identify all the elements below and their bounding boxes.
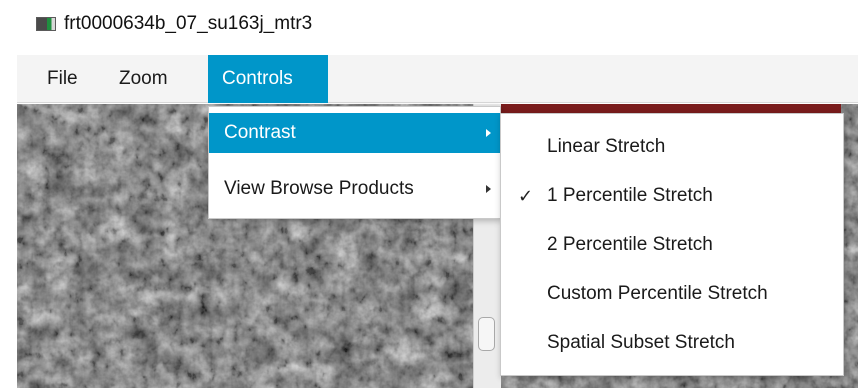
controls-menu: Contrast View Browse Products [208, 106, 501, 219]
menu-item-2-percentile-stretch[interactable]: 2 Percentile Stretch [501, 221, 843, 269]
menu-item-spatial-subset-stretch[interactable]: Spatial Subset Stretch [501, 319, 843, 367]
menu-file[interactable]: File [33, 55, 92, 103]
check-icon: ✓ [518, 186, 534, 206]
image-window-icon [36, 17, 56, 31]
menu-item-1-percentile-stretch[interactable]: ✓ 1 Percentile Stretch [501, 172, 843, 220]
window-title: frt0000634b_07_su163j_mtr3 [64, 13, 313, 34]
menu-item-linear-stretch[interactable]: Linear Stretch [501, 123, 843, 171]
contrast-submenu: Linear Stretch ✓ 1 Percentile Stretch 2 … [500, 113, 844, 376]
chevron-right-icon [486, 129, 491, 137]
menu-item-contrast[interactable]: Contrast [209, 113, 500, 153]
menu-item-custom-percentile-stretch[interactable]: Custom Percentile Stretch [501, 270, 843, 318]
scrollbar-thumb[interactable] [478, 317, 495, 351]
menu-item-view-browse-products[interactable]: View Browse Products [209, 169, 500, 209]
menu-controls[interactable]: Controls [208, 55, 328, 103]
title-bar: frt0000634b_07_su163j_mtr3 [0, 0, 858, 54]
menu-zoom[interactable]: Zoom [105, 55, 182, 103]
menu-bar: File Zoom Controls [17, 55, 858, 103]
chevron-right-icon [486, 185, 491, 193]
